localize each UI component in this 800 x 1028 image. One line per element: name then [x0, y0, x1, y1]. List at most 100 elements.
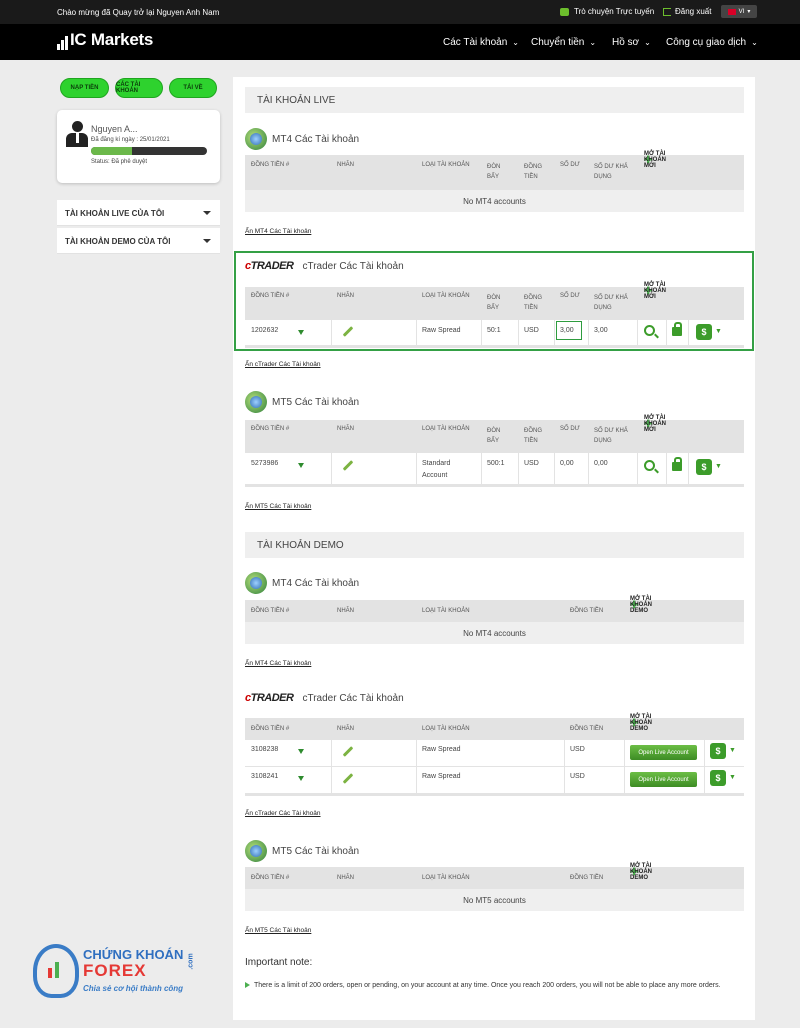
dropdown-triangle-icon[interactable] — [298, 463, 304, 468]
dropdown-triangle-icon[interactable]: ▼ — [729, 774, 736, 781]
account-type: Standard Account — [422, 460, 451, 479]
dropdown-triangle-icon[interactable] — [298, 749, 304, 754]
ctrader-highlight-box — [234, 251, 754, 351]
live-mt5-table-header: ĐỒNG TIỀN # NHÃN LOẠI TÀI KHOẢN ĐÒN BẨY … — [245, 415, 744, 453]
watermark-emblem-icon — [33, 944, 79, 998]
main-panel: TÀI KHOẢN LIVE MT4 Các Tài khoản ĐỒNG TI… — [233, 77, 755, 1020]
watermark-line2: FOREX — [83, 961, 147, 980]
user-avatar-icon — [66, 121, 88, 147]
profile-name: Nguyen A... — [91, 124, 138, 134]
demo-ctrader-title-text: cTrader Các Tài khoản — [302, 692, 404, 704]
chevron-down-icon: ⌄ — [751, 38, 758, 47]
nav-accounts[interactable]: Các Tài khoản ⌄ — [443, 37, 519, 48]
col-label: NHÃN — [337, 426, 355, 432]
chat-icon — [560, 7, 569, 16]
sidebar-demo-accounts[interactable]: TÀI KHOẢN DEMO CỦA TÔI — [57, 228, 220, 254]
nav-profile[interactable]: Hồ sơ ⌄ — [612, 37, 651, 48]
logout-label: Đăng xuất — [675, 7, 712, 16]
edit-pencil-icon[interactable] — [342, 773, 354, 784]
logo-prefix: IC — [70, 30, 87, 49]
hide-live-mt4-link[interactable]: Ẩn MT4 Các Tài khoản — [245, 228, 311, 235]
caret-down-icon — [203, 239, 211, 243]
profile-registered: Đã đăng kí ngày : 25/01/2021 — [91, 137, 170, 143]
welcome-text: Chào mừng đã Quay trở lại Nguyen Anh Nam — [57, 8, 220, 17]
profile-progress-bar — [91, 147, 207, 155]
flag-icon — [727, 8, 736, 15]
live-mt4-table-header: ĐỒNG TIỀN # NHÃN LOẠI TÀI KHOẢN ĐÒN BẨY … — [245, 151, 744, 190]
col-currency: ĐỒNG TIỀN # — [251, 162, 290, 168]
demo-mt5-empty: No MT5 accounts — [245, 889, 744, 911]
lock-icon[interactable] — [672, 457, 682, 471]
live-mt4-title: MT4 Các Tài khoản — [245, 128, 359, 150]
live-mt4-empty: No MT4 accounts — [245, 190, 744, 212]
account-id: 5273986 — [251, 460, 279, 467]
chevron-down-icon: ▾ — [747, 9, 751, 15]
language-selector[interactable]: VI ▾ — [721, 5, 757, 18]
chevron-down-icon: ⌄ — [589, 38, 597, 47]
watermark-line1: CHỨNG KHOÁN — [83, 947, 184, 962]
hide-live-ctrader-link[interactable]: Ẩn cTrader Các Tài khoản — [245, 361, 321, 368]
new-account-label: MỞ TÀI KHOẢN MỚI — [644, 151, 666, 169]
hide-demo-mt4-link[interactable]: Ẩn MT4 Các Tài khoản — [245, 660, 311, 667]
logout-link[interactable]: Đăng xuất — [663, 7, 711, 16]
money-icon[interactable]: $ — [710, 770, 726, 786]
ic-markets-logo[interactable]: IC Markets — [57, 30, 153, 50]
col-money: ĐỒNG TIỀN — [570, 608, 604, 614]
open-live-account-button[interactable]: Open Live Account — [630, 772, 697, 787]
demo-mt5-table-header: ĐỒNG TIỀN # NHÃN LOẠI TÀI KHOẢN ĐỒNG TIỀ… — [245, 863, 744, 889]
magnifier-icon[interactable] — [644, 460, 655, 471]
money-icon[interactable]: $ — [696, 459, 712, 475]
new-demo-label: MỞ TÀI KHOẢN DEMO — [630, 714, 652, 732]
account-leverage: 500:1 — [487, 460, 505, 467]
dropdown-triangle-icon[interactable] — [298, 776, 304, 781]
demo-mt5-title: MT5 Các Tài khoản — [245, 840, 359, 862]
nav-tools[interactable]: Công cụ giao dịch ⌄ — [666, 37, 758, 48]
sidebar-live-accounts[interactable]: TÀI KHOẢN LIVE CỦA TÔI — [57, 200, 220, 226]
dropdown-triangle-icon[interactable]: ▼ — [729, 747, 736, 754]
edit-pencil-icon[interactable] — [342, 746, 354, 757]
sidebar-actions: NẠP TIỀN CÁC TÀI KHOẢN TẢI VỀ — [60, 78, 217, 98]
hide-demo-ctrader-link[interactable]: Ẩn cTrader Các Tài khoản — [245, 810, 321, 817]
nav-accounts-label: Các Tài khoản — [443, 37, 508, 48]
dropdown-triangle-icon[interactable]: ▼ — [715, 463, 722, 470]
live-accounts-header: TÀI KHOẢN LIVE — [245, 87, 744, 113]
logo-text: Markets — [90, 30, 154, 49]
language-label: VI — [738, 8, 745, 15]
col-balance: SỐ DƯ — [560, 162, 580, 168]
ctrader-logo-icon: cTRADER — [245, 692, 294, 704]
nav-profile-label: Hồ sơ — [612, 37, 640, 48]
col-label: NHÃN — [337, 162, 355, 168]
open-live-account-button[interactable]: Open Live Account — [630, 745, 697, 760]
account-available: 0,00 — [594, 460, 608, 467]
mt4-logo-icon — [245, 128, 267, 150]
account-id: 3108238 — [251, 746, 279, 753]
edit-pencil-icon[interactable] — [342, 460, 354, 471]
col-money: ĐỒNG TIỀN — [524, 428, 542, 444]
watermark-com: .com — [187, 953, 195, 970]
col-type: LOẠI TÀI KHOẢN — [422, 426, 470, 432]
col-type: LOẠI TÀI KHOẢN — [422, 875, 470, 881]
watermark-tagline: Chia sẻ cơ hội thành công — [83, 984, 184, 993]
deposit-button[interactable]: NẠP TIỀN — [60, 78, 109, 98]
download-button[interactable]: TẢI VỀ — [169, 78, 217, 98]
hide-live-mt5-link[interactable]: Ẩn MT5 Các Tài khoản — [245, 503, 311, 510]
col-currency: ĐỒNG TIỀN # — [251, 608, 290, 614]
logout-icon — [663, 7, 671, 16]
chevron-down-icon: ⌄ — [644, 38, 651, 47]
nav-tools-label: Công cụ giao dịch — [666, 37, 747, 48]
account-currency: USD — [524, 460, 539, 467]
demo-mt5-title-text: MT5 Các Tài khoản — [272, 845, 360, 857]
live-mt5-title-text: MT5 Các Tài khoản — [272, 396, 360, 408]
col-currency: ĐỒNG TIỀN # — [251, 426, 290, 432]
arrow-right-icon — [245, 982, 250, 988]
live-chat-link[interactable]: Trò chuyện Trực tuyến — [560, 7, 654, 16]
table-row: 5273986 Standard Account 500:1 USD 0,00 … — [245, 453, 744, 487]
live-mt5-title: MT5 Các Tài khoản — [245, 391, 359, 413]
profile-progress-fill — [91, 147, 132, 155]
col-balance: SỐ DƯ — [560, 426, 580, 432]
accounts-button[interactable]: CÁC TÀI KHOẢN — [115, 78, 163, 98]
nav-transfer[interactable]: Chuyển tiền ⌄ — [531, 37, 596, 48]
money-icon[interactable]: $ — [710, 743, 726, 759]
mt5-logo-icon — [245, 840, 267, 862]
hide-demo-mt5-link[interactable]: Ẩn MT5 Các Tài khoản — [245, 927, 311, 934]
